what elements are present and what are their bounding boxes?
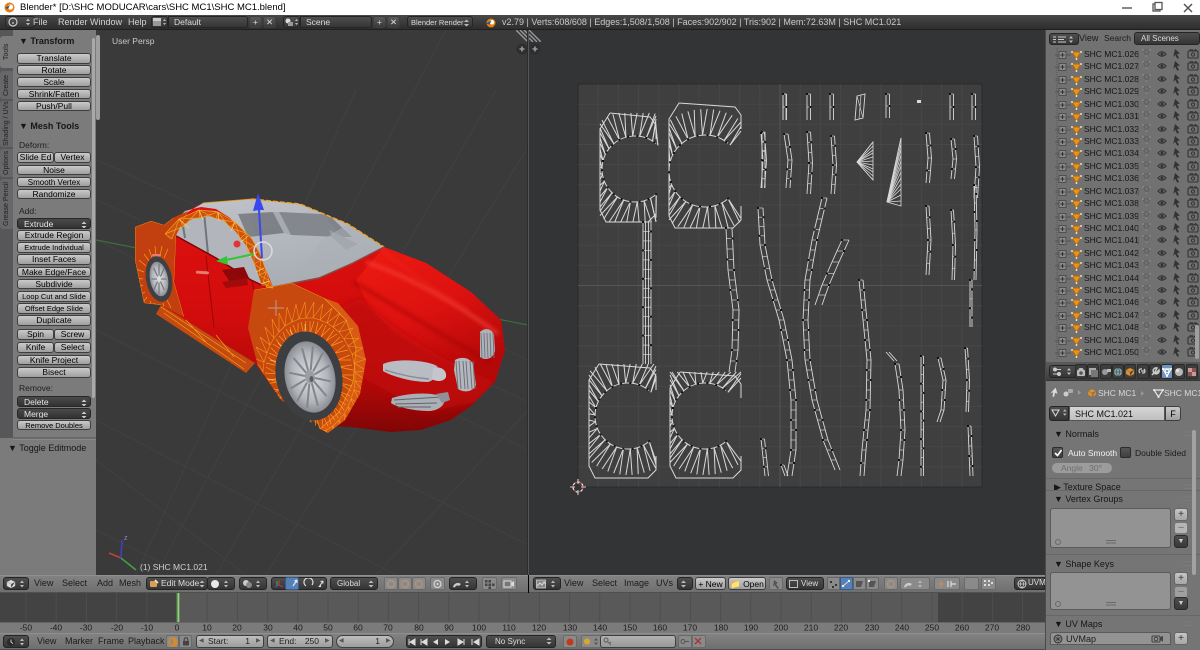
svg-text:270: 270: [985, 623, 999, 633]
svg-text:110: 110: [502, 623, 516, 633]
svg-text:0: 0: [175, 623, 180, 633]
svg-text:160: 160: [653, 623, 667, 633]
svg-text:90: 90: [444, 623, 454, 633]
svg-text:30: 30: [263, 623, 273, 633]
svg-text:-20: -20: [111, 623, 124, 633]
svg-text:170: 170: [683, 623, 697, 633]
svg-text:100: 100: [472, 623, 486, 633]
svg-text:210: 210: [804, 623, 818, 633]
svg-text:230: 230: [865, 623, 879, 633]
svg-text:240: 240: [895, 623, 909, 633]
svg-text:260: 260: [955, 623, 969, 633]
svg-text:80: 80: [414, 623, 424, 633]
svg-text:-50: -50: [20, 623, 33, 633]
svg-text:z: z: [124, 535, 128, 542]
svg-text:140: 140: [593, 623, 607, 633]
svg-text:-10: -10: [141, 623, 154, 633]
svg-text:200: 200: [774, 623, 788, 633]
svg-text:50: 50: [323, 623, 333, 633]
svg-text:10: 10: [202, 623, 212, 633]
svg-text:150: 150: [623, 623, 637, 633]
svg-text:40: 40: [293, 623, 303, 633]
svg-text:20: 20: [232, 623, 242, 633]
svg-text:70: 70: [383, 623, 393, 633]
svg-text:-40: -40: [50, 623, 63, 633]
svg-text:120: 120: [532, 623, 546, 633]
svg-text:-30: -30: [80, 623, 93, 633]
svg-text:130: 130: [563, 623, 577, 633]
svg-text:250: 250: [925, 623, 939, 633]
svg-text:180: 180: [714, 623, 728, 633]
svg-text:220: 220: [834, 623, 848, 633]
svg-text:280: 280: [1016, 623, 1030, 633]
svg-text:60: 60: [353, 623, 363, 633]
svg-text:190: 190: [744, 623, 758, 633]
